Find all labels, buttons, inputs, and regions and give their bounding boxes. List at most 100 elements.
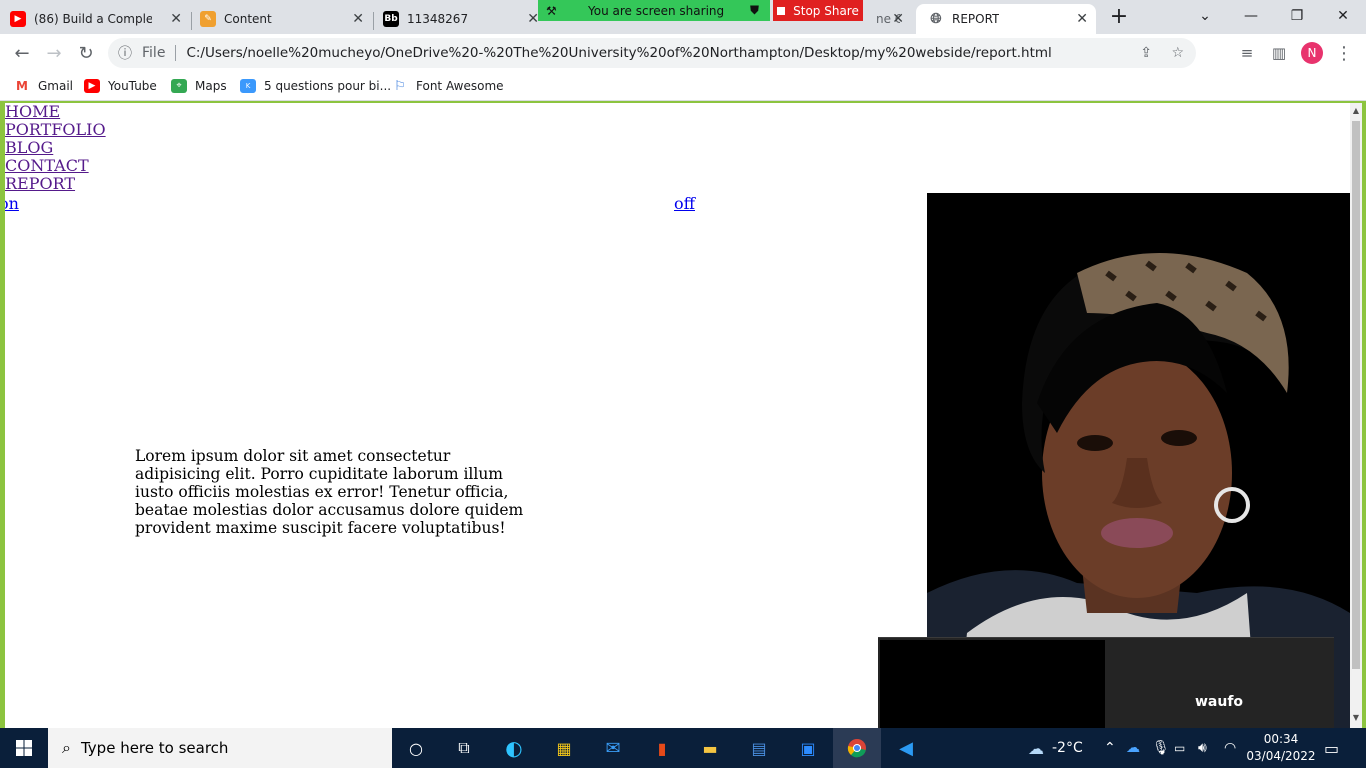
task-view-icon[interactable]: ⧉	[440, 728, 488, 768]
close-icon[interactable]: ✕	[352, 11, 364, 27]
menu-icon[interactable]: ⋮	[1329, 38, 1359, 68]
start-button[interactable]	[0, 728, 48, 768]
clock-time: 00:34	[1263, 732, 1299, 746]
scroll-down-icon[interactable]: ▼	[1351, 713, 1361, 725]
shield-icon: ⛊	[750, 3, 760, 17]
store-icon[interactable]: ▦	[540, 728, 588, 768]
zoom-icon[interactable]: ▣	[784, 728, 832, 768]
wifi-icon[interactable]: ◠	[1224, 728, 1236, 768]
file-explorer-icon[interactable]: ▬	[686, 728, 734, 768]
show-hidden-icons[interactable]: ⌃	[1104, 728, 1116, 768]
cloud-icon: ☁	[1028, 738, 1044, 758]
browser-toolbar: ← → ↻ ⓘ File C:/Users/noelle%20mucheyo/O…	[0, 34, 1366, 72]
stop-icon	[777, 6, 786, 15]
kahoot-icon: K	[240, 79, 256, 93]
tab-title: REPORT	[952, 12, 1000, 26]
side-panel-icon[interactable]: ▥	[1264, 38, 1294, 68]
windows-logo-icon	[16, 740, 32, 756]
nav-link-report[interactable]: REPORT	[5, 175, 106, 193]
bookmark-label: Maps	[195, 79, 227, 93]
bookmark-label: YouTube	[108, 79, 157, 93]
mail-icon[interactable]: ✉	[589, 728, 637, 768]
volume-icon[interactable]: 🔊︎	[1198, 728, 1207, 768]
scroll-up-icon[interactable]: ▲	[1351, 106, 1361, 118]
address-url[interactable]: C:/Users/noelle%20mucheyo/OneDrive%20-%2…	[186, 45, 1051, 61]
vscode-icon[interactable]: ◀	[882, 728, 930, 768]
browser-window: ▶ (86) Build a Complete ✕ ✎ Content ✕ Bb…	[0, 0, 1366, 768]
tab-strip: ▶ (86) Build a Complete ✕ ✎ Content ✕ Bb…	[0, 0, 1366, 34]
scroll-thumb[interactable]	[1352, 121, 1360, 669]
microphone-icon[interactable]: 🎙︎	[1152, 728, 1170, 768]
chrome-icon[interactable]	[833, 728, 881, 768]
minimize-button[interactable]: —	[1228, 0, 1274, 32]
tab-content[interactable]: ✎ Content ✕	[200, 4, 372, 34]
screen-sharing-banner: ⚒ You are screen sharing ⛊	[538, 0, 770, 21]
bookmarks-bar: M Gmail ▶ YouTube ⌖ Maps K 5 questions p…	[0, 72, 1366, 101]
forward-button[interactable]: →	[39, 38, 69, 68]
address-bar[interactable]: ⓘ File C:/Users/noelle%20mucheyo/OneDriv…	[108, 38, 1196, 68]
office-icon[interactable]: ▮	[638, 728, 686, 768]
close-icon[interactable]: ✕	[1076, 11, 1088, 27]
tab-title: (86) Build a Complete	[34, 12, 152, 26]
stop-share-button[interactable]: Stop Share	[773, 0, 863, 21]
site-nav: HOME PORTFOLIO BLOG CONTACT REPORT	[5, 103, 106, 193]
new-tab-button[interactable]: +	[1096, 0, 1142, 32]
notification-icon[interactable]: ▭	[1324, 728, 1339, 768]
page-viewport: HOME PORTFOLIO BLOG CONTACT REPORT on of…	[5, 103, 1350, 728]
star-icon[interactable]: ☆	[1171, 45, 1184, 61]
wrench-icon: ⚒	[546, 3, 557, 18]
zoom-self-video	[880, 640, 1105, 729]
search-icon: ⌕	[62, 738, 71, 757]
bookmark-label: 5 questions pour bi...	[264, 79, 392, 93]
taskbar-search-box[interactable]: ⌕ Type here to search	[48, 728, 392, 768]
onedrive-icon[interactable]: ☁	[1126, 728, 1140, 768]
page-scrollbar[interactable]: ▲ ▼	[1350, 103, 1362, 728]
nav-link-blog[interactable]: BLOG	[5, 139, 106, 157]
tab-blackboard[interactable]: Bb 11348267 ✕	[383, 4, 543, 34]
bookmark-gmail[interactable]: M Gmail	[14, 76, 73, 96]
pencil-icon: ✎	[200, 11, 216, 27]
reload-button[interactable]: ↻	[71, 38, 101, 68]
bookmark-label: Gmail	[38, 79, 74, 93]
share-icon[interactable]: ⇪	[1140, 45, 1152, 61]
zoom-participant-name: waufo	[1194, 694, 1244, 710]
news-icon[interactable]: ▤	[735, 728, 783, 768]
bookmark-font-awesome[interactable]: ⚐ Font Awesome	[392, 76, 504, 96]
weather-widget[interactable]: ☁ -2°C	[1028, 728, 1083, 768]
nav-link-contact[interactable]: CONTACT	[5, 157, 106, 175]
edge-icon[interactable]: ◐	[490, 728, 538, 768]
address-divider	[175, 45, 177, 61]
media-icon[interactable]: ≡	[1232, 38, 1262, 68]
clock-date: 03/04/2022	[1246, 749, 1316, 763]
toggle-off-link[interactable]: off	[674, 194, 695, 213]
bookmark-youtube[interactable]: ▶ YouTube	[84, 76, 157, 96]
tab-title: 11348267	[407, 12, 469, 26]
info-icon[interactable]: ⓘ	[118, 43, 132, 63]
nav-link-portfolio[interactable]: PORTFOLIO	[5, 121, 106, 139]
youtube-icon: ▶	[10, 11, 26, 27]
bookmark-kahoot[interactable]: K 5 questions pour bi...	[240, 76, 391, 96]
battery-icon[interactable]: ▭	[1174, 728, 1185, 768]
close-icon[interactable]: ✕	[170, 11, 182, 27]
gmail-icon: M	[14, 79, 30, 93]
back-button[interactable]: ←	[7, 38, 37, 68]
toggle-on-link[interactable]: on	[5, 194, 19, 213]
body-paragraph: Lorem ipsum dolor sit amet consectetur a…	[135, 447, 524, 537]
taskbar-clock[interactable]: 00:34 03/04/2022	[1244, 731, 1318, 765]
tab-title: Content	[224, 12, 272, 26]
avatar[interactable]: N	[1301, 42, 1323, 64]
close-icon[interactable]: ✕	[892, 11, 904, 27]
maps-icon: ⌖	[171, 79, 187, 93]
tab-search-button[interactable]: ⌄	[1182, 0, 1228, 32]
blackboard-icon: Bb	[383, 11, 399, 27]
stop-share-label: Stop Share	[793, 3, 859, 18]
tab-report[interactable]: 🌐︎ REPORT ✕	[916, 4, 1096, 34]
nav-link-home[interactable]: HOME	[5, 103, 106, 121]
bookmark-maps[interactable]: ⌖ Maps	[171, 76, 227, 96]
cortana-icon[interactable]: ○	[392, 728, 440, 768]
tab-youtube[interactable]: ▶ (86) Build a Complete ✕	[10, 4, 190, 34]
address-scheme-label: File	[142, 45, 166, 61]
restore-button[interactable]: ❐	[1274, 0, 1320, 32]
zoom-video-panel[interactable]: waufo	[878, 637, 1334, 729]
close-window-button[interactable]: ✕	[1320, 0, 1366, 32]
